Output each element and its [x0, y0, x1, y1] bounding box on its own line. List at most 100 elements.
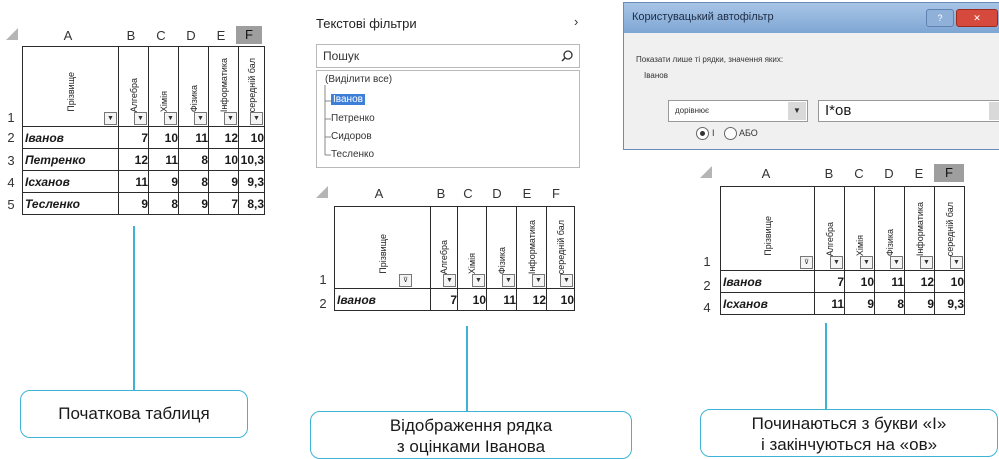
- table-row[interactable]: Іванов 7 10 11 12 10: [22, 126, 265, 149]
- search-input[interactable]: Пошук: [316, 44, 580, 68]
- cell[interactable]: 10: [457, 288, 487, 311]
- filter-dropdown-icon[interactable]: ▼: [250, 112, 263, 125]
- cell[interactable]: 8,3: [238, 192, 265, 215]
- list-item-select-all[interactable]: (Виділити все): [325, 74, 392, 85]
- table-row[interactable]: Тесленко 9 8 9 7 8,3: [22, 192, 265, 215]
- cell[interactable]: 12: [208, 126, 239, 149]
- cell[interactable]: 8: [148, 192, 179, 215]
- col-header-f[interactable]: F: [236, 26, 262, 44]
- cell[interactable]: 10: [844, 270, 875, 293]
- col-header-b[interactable]: B: [428, 186, 454, 201]
- operator-select[interactable]: дорівнює ▼: [668, 100, 808, 122]
- col-header-e[interactable]: E: [904, 166, 934, 181]
- cell[interactable]: 7: [814, 270, 845, 293]
- cell[interactable]: 9: [178, 192, 209, 215]
- filter-dropdown-icon[interactable]: ▼: [532, 274, 545, 287]
- filter-dropdown-icon[interactable]: ▼: [472, 274, 485, 287]
- cell[interactable]: 9: [904, 292, 935, 315]
- filter-dropdown-icon[interactable]: ▼: [950, 256, 963, 269]
- filter-dropdown-icon[interactable]: ▼: [164, 112, 177, 125]
- table-row[interactable]: Ісханов 11 9 8 9 9,3: [720, 292, 965, 315]
- row-header-1[interactable]: 1: [4, 110, 18, 125]
- col-header-e[interactable]: E: [206, 28, 236, 43]
- cell[interactable]: 10: [238, 126, 265, 149]
- select-all-corner[interactable]: [700, 166, 712, 178]
- table-row[interactable]: Петренко 12 11 8 10 10,3: [22, 148, 265, 171]
- cell[interactable]: 9: [118, 192, 149, 215]
- list-item[interactable]: Петренко: [331, 113, 375, 124]
- list-item[interactable]: Сидоров: [331, 131, 372, 142]
- filter-dropdown-icon[interactable]: ▼: [194, 112, 207, 125]
- filter-dropdown-icon[interactable]: ▼: [224, 112, 237, 125]
- cell[interactable]: 12: [904, 270, 935, 293]
- help-button[interactable]: ?: [926, 9, 954, 27]
- cell[interactable]: 11: [178, 126, 209, 149]
- row-header-2[interactable]: 2: [316, 296, 330, 311]
- select-all-corner[interactable]: [316, 186, 328, 198]
- col-header-a[interactable]: A: [720, 166, 812, 181]
- cell[interactable]: 11: [814, 292, 845, 315]
- row-header-2[interactable]: 2: [4, 130, 18, 145]
- filter-active-icon[interactable]: ⊽: [800, 256, 813, 269]
- cell[interactable]: 11: [148, 148, 179, 171]
- cell[interactable]: 8: [178, 170, 209, 193]
- table-row[interactable]: Ісханов 11 9 8 9 9,3: [22, 170, 265, 193]
- col-header-c[interactable]: C: [454, 186, 482, 201]
- filter-dropdown-icon[interactable]: ▼: [104, 112, 117, 125]
- col-header-a[interactable]: A: [20, 28, 116, 43]
- col-header-d[interactable]: D: [482, 186, 512, 201]
- list-item-selected[interactable]: Іванов: [331, 94, 365, 105]
- cell[interactable]: 9: [148, 170, 179, 193]
- col-header-c[interactable]: C: [844, 166, 874, 181]
- cell[interactable]: 9,3: [238, 170, 265, 193]
- table-row[interactable]: Іванов 7 10 11 12 10: [334, 288, 575, 311]
- cell[interactable]: 10: [546, 288, 575, 311]
- cell[interactable]: Іванов: [22, 126, 119, 149]
- filter-dropdown-icon[interactable]: ▼: [860, 256, 873, 269]
- cell[interactable]: Іванов: [720, 270, 815, 293]
- col-header-e[interactable]: E: [512, 186, 542, 201]
- cell[interactable]: 10: [208, 148, 239, 171]
- list-item[interactable]: Тесленко: [331, 149, 374, 160]
- cell[interactable]: 7: [118, 126, 149, 149]
- filter-dropdown-icon[interactable]: ▼: [830, 256, 843, 269]
- value-list[interactable]: (Виділити все) Іванов Петренко Сидоров Т…: [316, 70, 580, 168]
- cell[interactable]: 9,3: [934, 292, 965, 315]
- col-header-f[interactable]: F: [542, 186, 570, 201]
- cell[interactable]: Ісханов: [720, 292, 815, 315]
- cell[interactable]: 10,3: [238, 148, 265, 171]
- row-header-1[interactable]: 1: [700, 254, 714, 269]
- cell[interactable]: 12: [118, 148, 149, 171]
- or-radio[interactable]: [724, 127, 737, 140]
- table-row[interactable]: Іванов 7 10 11 12 10: [720, 270, 965, 293]
- col-header-c[interactable]: C: [146, 28, 176, 43]
- filter-dropdown-icon[interactable]: ▼: [134, 112, 147, 125]
- filter-dropdown-icon[interactable]: ▼: [560, 274, 573, 287]
- col-header-d[interactable]: D: [176, 28, 206, 43]
- col-header-b[interactable]: B: [116, 28, 146, 43]
- col-header-b[interactable]: B: [814, 166, 844, 181]
- filter-dropdown-icon[interactable]: ▼: [443, 274, 456, 287]
- cell[interactable]: 11: [486, 288, 517, 311]
- cell[interactable]: 12: [516, 288, 547, 311]
- row-header-1[interactable]: 1: [316, 272, 330, 287]
- cell[interactable]: Петренко: [22, 148, 119, 171]
- cell[interactable]: 11: [118, 170, 149, 193]
- cell[interactable]: Тесленко: [22, 192, 119, 215]
- cell[interactable]: 10: [148, 126, 179, 149]
- value-input[interactable]: І*ов: [818, 100, 999, 122]
- row-header-2[interactable]: 2: [700, 278, 714, 293]
- cell[interactable]: 9: [844, 292, 875, 315]
- cell[interactable]: 8: [178, 148, 209, 171]
- row-header-4[interactable]: 4: [700, 300, 714, 315]
- col-header-f[interactable]: F: [934, 164, 964, 182]
- cell[interactable]: 9: [208, 170, 239, 193]
- cell[interactable]: 7: [430, 288, 458, 311]
- col-header-a[interactable]: A: [334, 186, 424, 201]
- cell[interactable]: 11: [874, 270, 905, 293]
- cell[interactable]: Ісханов: [22, 170, 119, 193]
- and-radio[interactable]: [696, 127, 709, 140]
- row-header-5[interactable]: 5: [4, 197, 18, 212]
- cell[interactable]: 7: [208, 192, 239, 215]
- cell[interactable]: 8: [874, 292, 905, 315]
